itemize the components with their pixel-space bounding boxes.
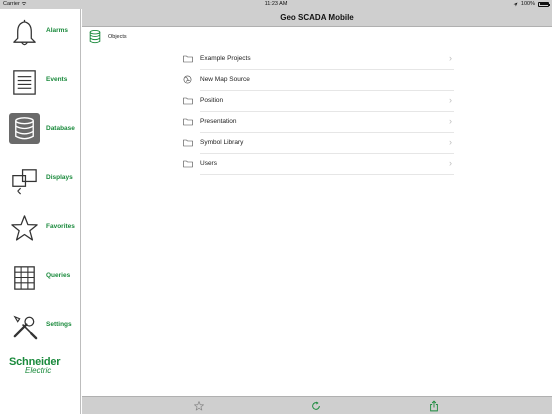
divider <box>200 174 454 175</box>
sidebar-item-displays[interactable]: Displays <box>0 160 81 206</box>
sidebar-item-queries[interactable]: Queries <box>0 258 81 304</box>
list-item[interactable]: Position › <box>180 91 454 112</box>
bell-icon <box>13 19 36 46</box>
status-right: 100% <box>513 1 550 7</box>
list-item[interactable]: Example Projects › <box>180 49 454 70</box>
chevron-right-icon: › <box>449 137 452 147</box>
database-icon <box>15 117 34 140</box>
sidebar-item-label: Alarms <box>46 27 69 34</box>
events-list-icon <box>13 70 36 95</box>
folder-icon <box>183 160 193 168</box>
folder-icon <box>183 97 193 105</box>
status-time: 11:23 AM <box>264 1 288 7</box>
sidebar-item-label: Events <box>46 76 68 83</box>
displays-icon <box>12 169 37 195</box>
navigation-bar: Geo SCADA Mobile <box>82 9 552 27</box>
list-item-label: Presentation <box>200 118 237 125</box>
list-item-label: Example Projects <box>200 55 251 62</box>
sidebar-item-favorites[interactable]: Favorites <box>0 209 81 255</box>
sidebar-item-label: Database <box>46 125 75 132</box>
list-item[interactable]: New Map Source <box>180 70 454 91</box>
list-item-label: New Map Source <box>200 76 250 83</box>
sidebar-item-label: Favorites <box>46 223 75 230</box>
folder-icon <box>183 118 193 126</box>
refresh-icon[interactable] <box>310 400 322 412</box>
list-item-label: Symbol Library <box>200 139 244 146</box>
sidebar: Alarms Events Database Displays Favorite… <box>0 9 81 414</box>
status-bar: Carrier 11:23 AM 100% <box>0 0 552 9</box>
location-arrow-icon <box>513 2 518 6</box>
sidebar-item-alarms[interactable]: Alarms <box>0 13 81 59</box>
breadcrumb[interactable]: Objects <box>88 29 127 45</box>
battery-icon <box>538 1 550 7</box>
folder-icon <box>183 55 193 63</box>
sidebar-item-label: Settings <box>46 321 72 328</box>
list-item-label: Position <box>200 97 224 104</box>
schneider-logo: Schneider Electric <box>9 356 75 375</box>
list-item[interactable]: Users › <box>180 154 454 175</box>
chevron-right-icon: › <box>449 53 452 63</box>
tools-icon <box>13 315 38 340</box>
map-source-icon <box>183 75 192 84</box>
grid-icon <box>14 266 35 290</box>
list-item-label: Users <box>200 160 217 167</box>
bottom-toolbar <box>82 396 552 414</box>
list-item[interactable]: Symbol Library › <box>180 133 454 154</box>
battery-percent: 100% <box>520 1 535 7</box>
star-icon[interactable] <box>193 400 205 412</box>
list-item[interactable]: Presentation › <box>180 112 454 133</box>
objects-list: Example Projects › New Map Source Positi… <box>180 49 454 175</box>
star-icon <box>11 215 38 241</box>
sidebar-item-label: Queries <box>46 272 71 279</box>
share-icon[interactable] <box>428 400 440 412</box>
chevron-right-icon: › <box>449 116 452 126</box>
sidebar-item-database[interactable]: Database <box>0 111 81 157</box>
folder-icon <box>183 139 193 147</box>
chevron-right-icon: › <box>449 95 452 105</box>
sidebar-item-settings[interactable]: Settings <box>0 307 81 353</box>
breadcrumb-label: Objects <box>108 34 127 40</box>
logo-line-2: Electric <box>25 366 52 375</box>
sidebar-item-events[interactable]: Events <box>0 62 81 108</box>
database-icon <box>89 29 101 44</box>
sidebar-item-label: Displays <box>46 174 73 181</box>
app-title: Geo SCADA Mobile <box>280 13 354 22</box>
chevron-right-icon: › <box>449 158 452 168</box>
